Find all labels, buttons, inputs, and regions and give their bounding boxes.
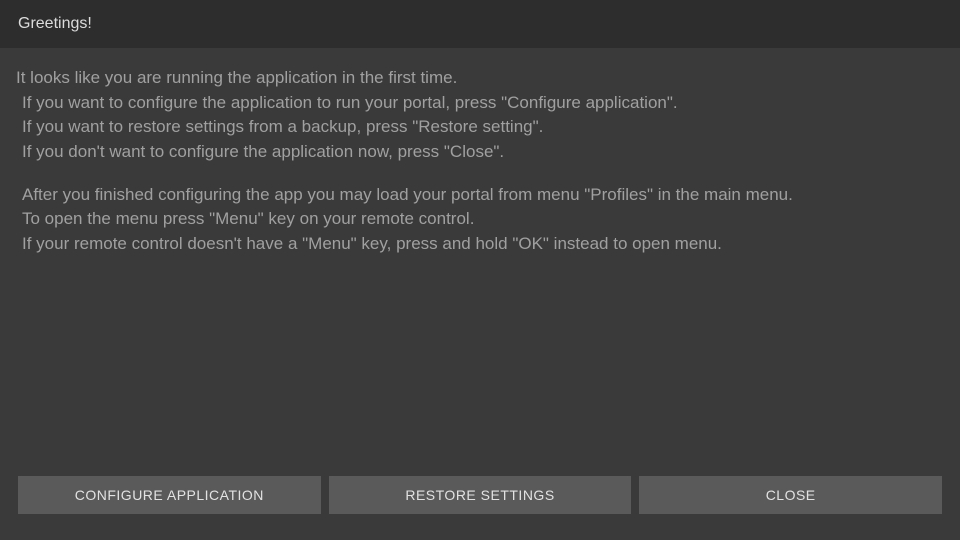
- dialog-title: Greetings!: [18, 15, 92, 33]
- dialog-content: It looks like you are running the applic…: [0, 48, 960, 476]
- content-line: After you finished configuring the app y…: [16, 183, 944, 208]
- content-line: To open the menu press "Menu" key on you…: [16, 207, 944, 232]
- restore-settings-button[interactable]: RESTORE SETTINGS: [329, 476, 632, 514]
- content-line: If you want to restore settings from a b…: [16, 115, 944, 140]
- close-button[interactable]: CLOSE: [639, 476, 942, 514]
- content-line: If you want to configure the application…: [16, 91, 944, 116]
- content-line: It looks like you are running the applic…: [16, 66, 944, 91]
- configure-application-button[interactable]: CONFIGURE APPLICATION: [18, 476, 321, 514]
- button-row: CONFIGURE APPLICATION RESTORE SETTINGS C…: [0, 476, 960, 540]
- content-line: If you don't want to configure the appli…: [16, 140, 944, 165]
- titlebar: Greetings!: [0, 0, 960, 48]
- content-line: If your remote control doesn't have a "M…: [16, 232, 944, 257]
